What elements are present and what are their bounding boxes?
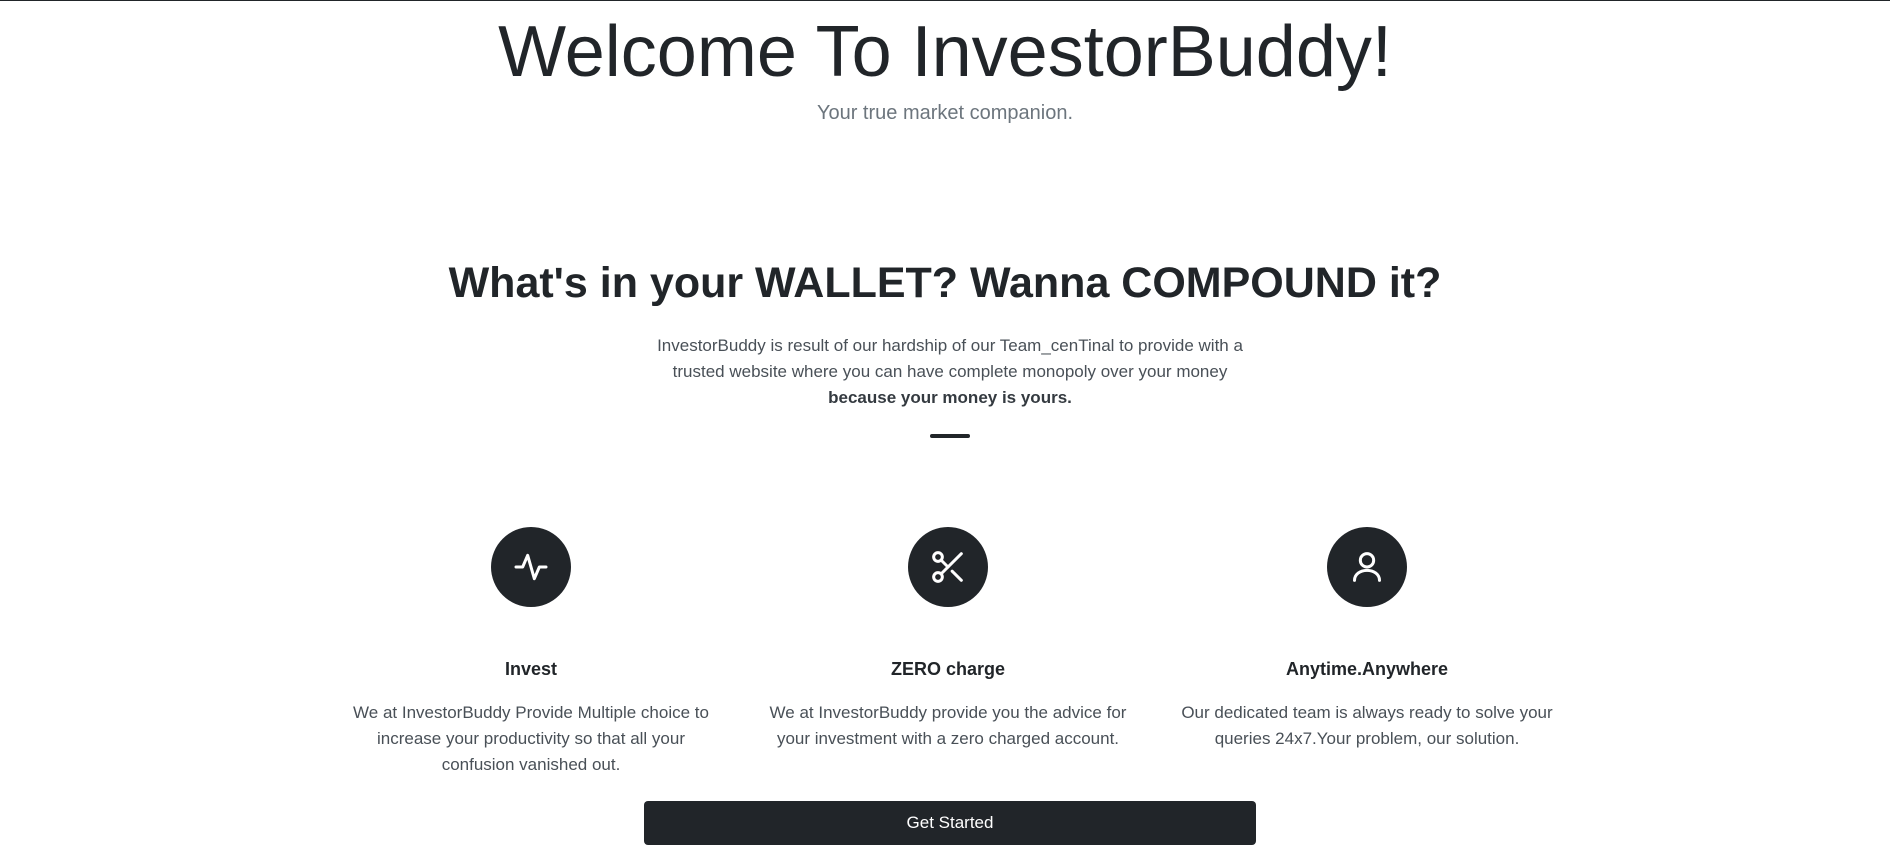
section-divider — [930, 434, 970, 438]
intro-emphasis: because your money is yours. — [828, 388, 1072, 407]
hero-title: Welcome To InvestorBuddy! — [498, 12, 1392, 92]
hero-section: Welcome To InvestorBuddy! Your true mark… — [0, 12, 1890, 125]
section-heading: What's in your WALLET? Wanna COMPOUND it… — [448, 259, 1442, 307]
feature-anytime-anywhere: Anytime.Anywhere Our dedicated team is a… — [1177, 527, 1557, 752]
scissors-icon — [932, 551, 963, 583]
intro-text: InvestorBuddy is result of our hardship … — [657, 336, 1243, 381]
user-icon — [1353, 552, 1381, 582]
feature-title: ZERO charge — [890, 659, 1006, 679]
feature-zero-charge: ZERO charge We at InvestorBuddy provide … — [758, 527, 1138, 752]
get-started-button[interactable]: Get Started — [644, 801, 1256, 845]
feature-icon-circle — [491, 527, 571, 607]
feature-icon-circle — [1327, 527, 1407, 607]
feature-icon-circle — [908, 527, 988, 607]
feature-description: We at InvestorBuddy provide you the advi… — [769, 703, 1127, 748]
activity-icon — [514, 553, 548, 581]
feature-title: Invest — [504, 659, 558, 679]
hero-subtitle: Your true market companion. — [816, 102, 1074, 125]
feature-title: Anytime.Anywhere — [1285, 659, 1449, 679]
feature-description: We at InvestorBuddy Provide Multiple cho… — [353, 703, 709, 774]
feature-description: Our dedicated team is always ready to so… — [1181, 703, 1553, 748]
feature-invest: Invest We at InvestorBuddy Provide Multi… — [341, 527, 721, 778]
intro-paragraph: InvestorBuddy is result of our hardship … — [640, 333, 1260, 411]
